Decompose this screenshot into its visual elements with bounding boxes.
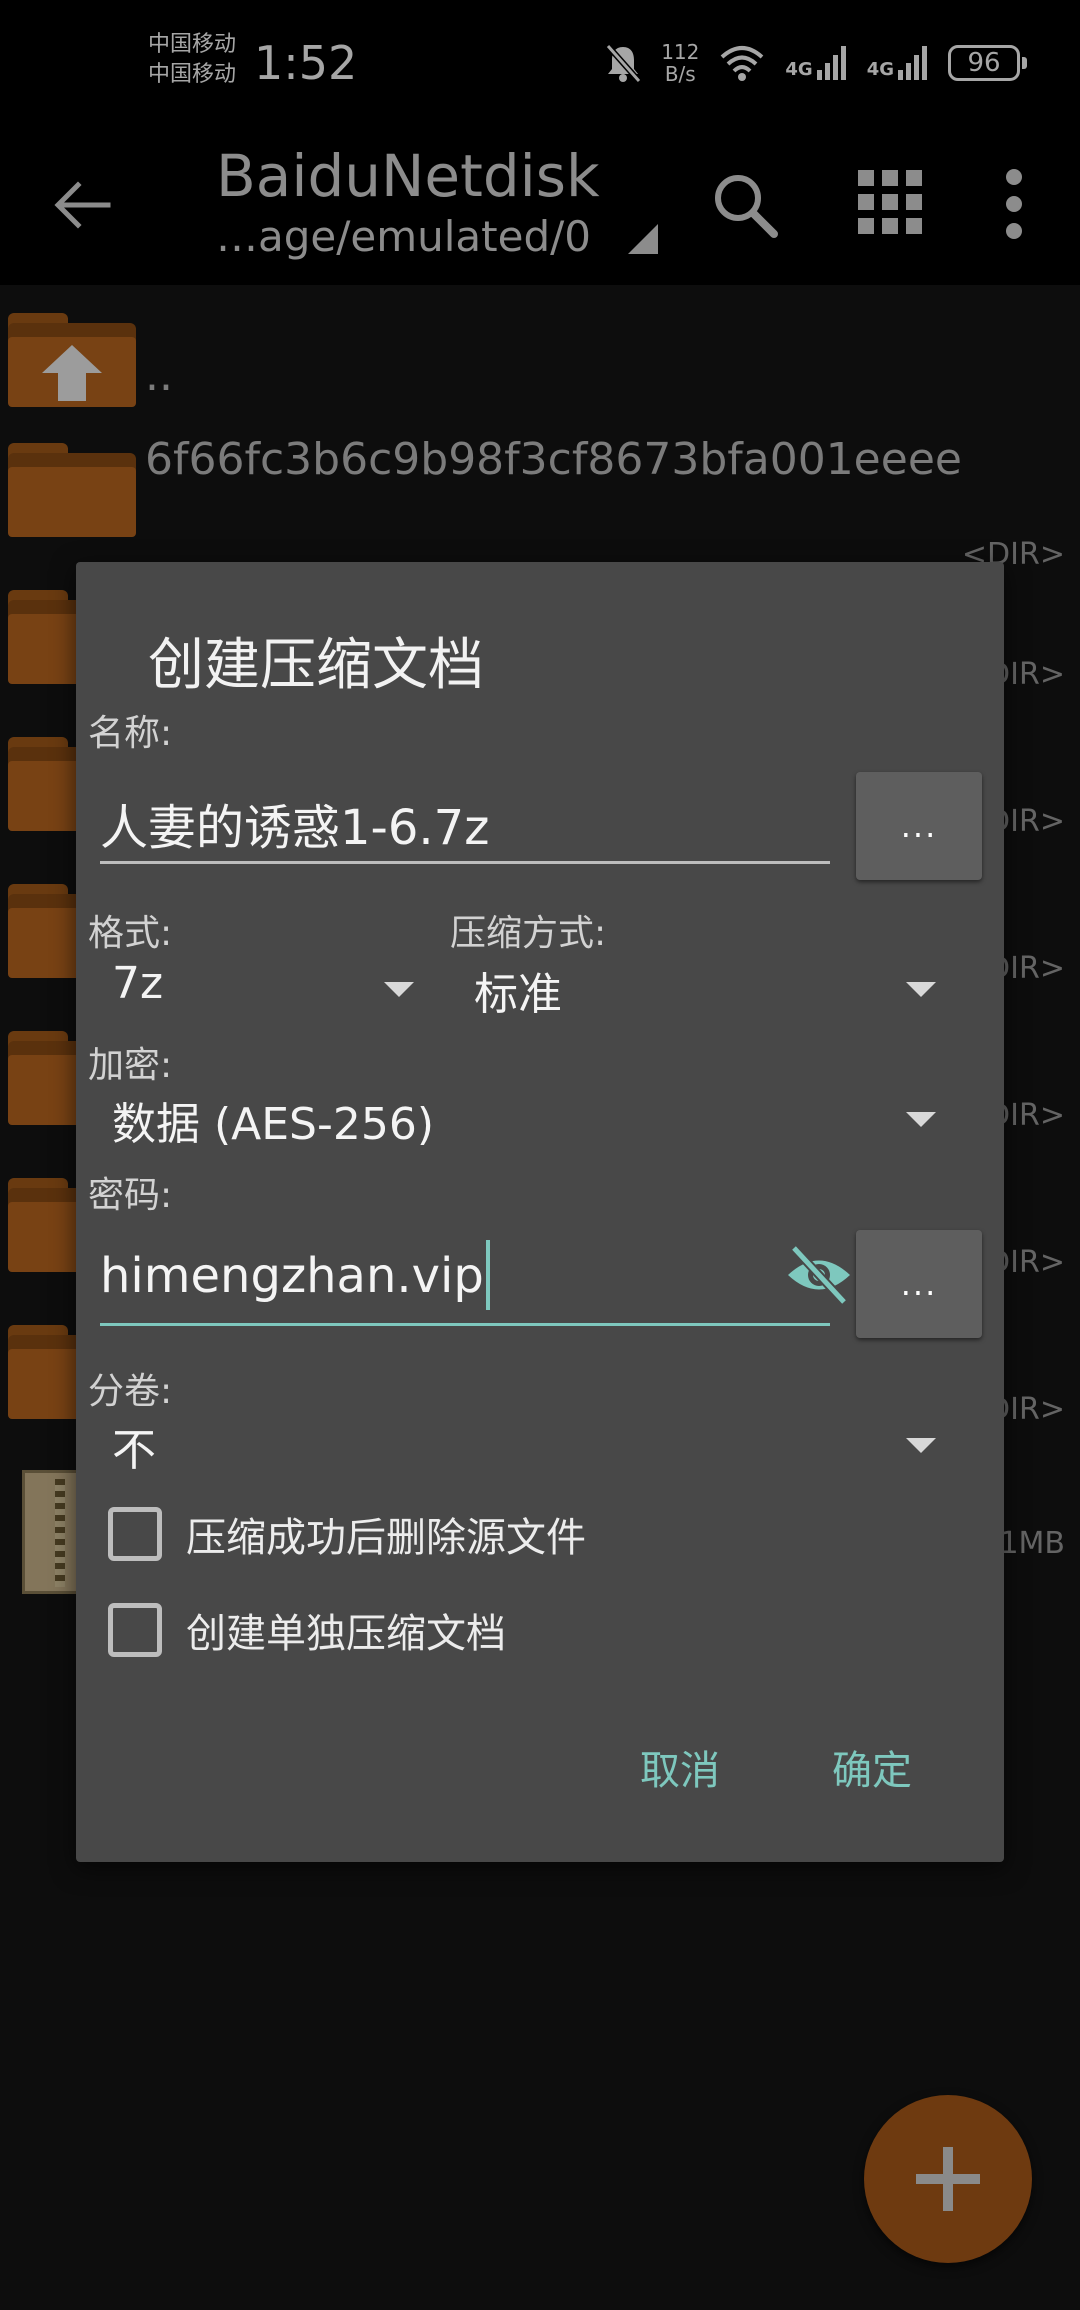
encryption-select[interactable]: 数据 (AES-256) [100,1088,982,1158]
volume-label: 分卷: [88,1371,173,1412]
delete-source-checkbox[interactable] [108,1507,162,1561]
add-fab-button[interactable] [864,2095,1032,2263]
encryption-value: 数据 (AES-256) [112,1099,435,1150]
volume-value: 不 [112,1425,156,1476]
visibility-off-icon[interactable] [784,1240,854,1310]
dropdown-arrow-icon [384,982,414,997]
dropdown-arrow-icon [906,1438,936,1453]
archive-name-field[interactable]: 人妻的诱惑1-6.7z [100,772,830,864]
volume-select[interactable]: 不 [100,1414,982,1484]
archive-name-value: 人妻的诱惑1-6.7z [100,800,490,856]
dropdown-arrow-icon [906,982,936,997]
name-label: 名称: [88,713,173,754]
method-label: 压缩方式: [450,913,607,954]
separate-archive-label: 创建单独压缩文档 [186,1611,506,1657]
delete-source-label: 压缩成功后删除源文件 [186,1515,586,1561]
text-cursor [485,1240,490,1310]
password-value: himengzhan.vip [100,1248,484,1304]
cancel-button[interactable]: 取消 [640,1738,720,1796]
delete-source-checkbox-row[interactable]: 压缩成功后删除源文件 [108,1504,586,1564]
dialog-title: 创建压缩文档 [148,633,484,698]
browse-name-button[interactable]: ... [856,772,982,880]
plus-icon [916,2147,980,2211]
format-label: 格式: [88,913,173,954]
format-value: 7z [112,958,164,1009]
password-value-wrap: himengzhan.vip [100,1240,490,1314]
dropdown-arrow-icon [906,1112,936,1127]
separate-archive-checkbox[interactable] [108,1603,162,1657]
create-archive-dialog: 创建压缩文档 名称: 人妻的诱惑1-6.7z ... 格式: 压缩方式: 7z … [76,562,1004,1862]
separate-archive-checkbox-row[interactable]: 创建单独压缩文档 [108,1600,506,1660]
ok-button[interactable]: 确定 [832,1738,912,1796]
format-select[interactable]: 7z [100,958,414,1028]
password-label: 密码: [88,1175,173,1216]
password-more-button[interactable]: ... [856,1230,982,1338]
password-field[interactable]: himengzhan.vip [100,1230,850,1326]
encryption-label: 加密: [88,1045,173,1086]
method-value: 标准 [474,969,562,1020]
method-select[interactable]: 标准 [462,958,982,1028]
